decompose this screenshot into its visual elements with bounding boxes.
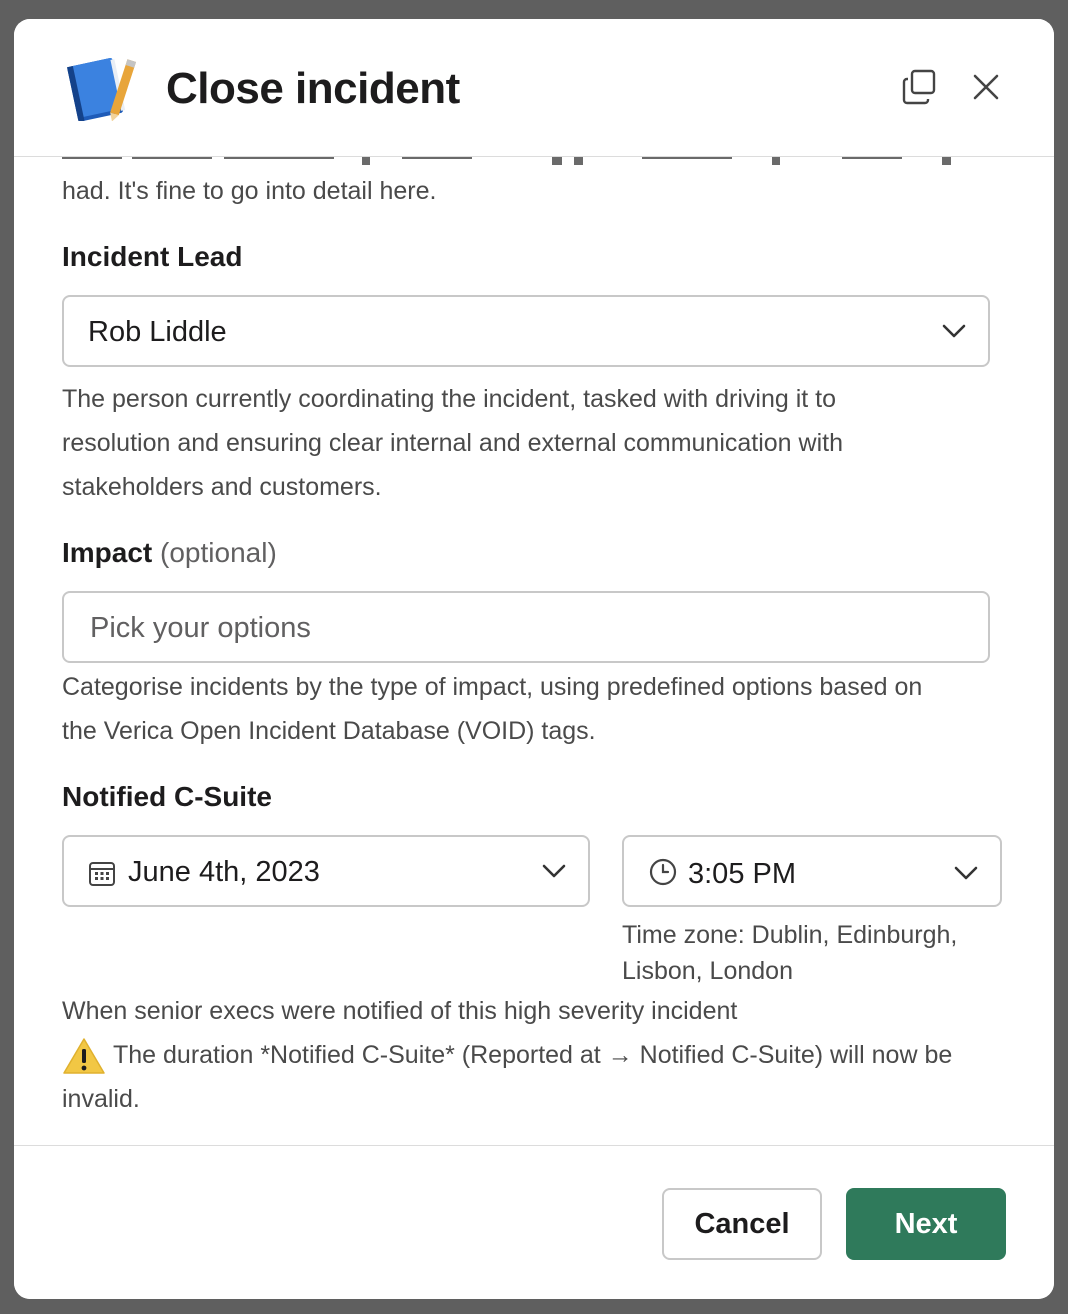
close-incident-modal: Close incident had. It's fine to go into… (14, 19, 1054, 1299)
duration-warning: The duration *Notified C-Suite* (Reporte… (62, 1033, 1012, 1121)
copy-icon (902, 69, 936, 105)
time-value: 3:05 PM (688, 858, 796, 890)
calendar-icon (89, 862, 115, 886)
optional-tag: (optional) (160, 537, 277, 568)
timezone-note: Time zone: Dublin, Edinburgh, Lisbon, Lo… (622, 921, 958, 985)
incident-lead-select[interactable]: Rob Liddle (62, 295, 990, 367)
close-icon (973, 74, 999, 100)
incident-lead-help: The person currently coordinating the in… (62, 385, 843, 501)
modal-footer: Cancel Next (14, 1145, 1054, 1299)
impact-help: Categorise incidents by the type of impa… (62, 673, 923, 745)
date-picker[interactable]: June 4th, 2023 (62, 835, 590, 907)
incident-lead-label: Incident Lead (62, 241, 243, 272)
c-suite-help: When senior execs were notified of this … (62, 997, 738, 1025)
close-button[interactable] (966, 67, 1006, 107)
chevron-down-icon (942, 324, 966, 338)
cancel-button[interactable]: Cancel (662, 1188, 822, 1260)
next-button[interactable]: Next (846, 1188, 1006, 1260)
summary-help-text: had. It's fine to go into detail here. (62, 177, 437, 205)
time-picker[interactable]: 3:05 PM (622, 835, 1002, 907)
impact-label: Impact (optional) (62, 537, 277, 568)
warning-icon (63, 1038, 105, 1074)
date-value: June 4th, 2023 (128, 856, 320, 888)
chevron-down-icon (542, 864, 566, 878)
incident-lead-value: Rob Liddle (88, 316, 227, 348)
clock-icon (649, 858, 677, 886)
impact-placeholder: Pick your options (90, 612, 311, 644)
impact-multiselect[interactable]: Pick your options (62, 591, 990, 663)
notified-c-suite-label: Notified C-Suite (62, 781, 272, 812)
modal-title: Close incident (166, 64, 460, 113)
chevron-down-icon (954, 866, 978, 880)
copy-button[interactable] (900, 67, 940, 107)
modal-header: Close incident (14, 19, 1054, 157)
notebook-icon (66, 58, 136, 121)
